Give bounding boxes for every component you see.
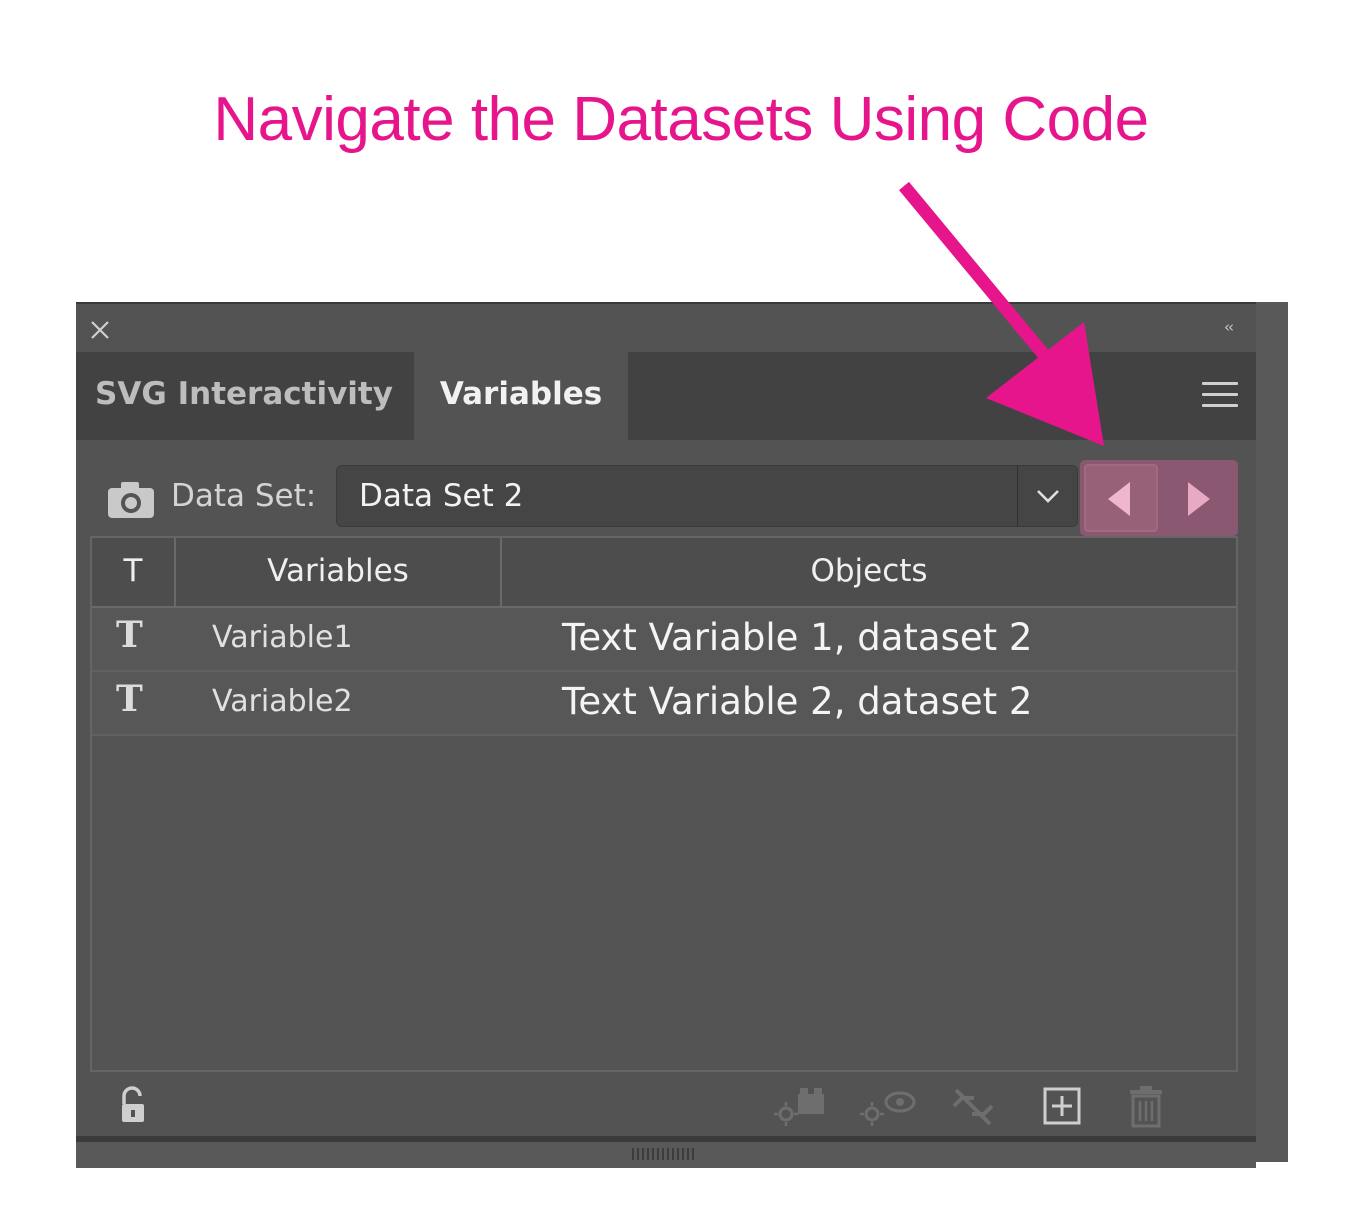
make-visibility-dynamic-icon[interactable]: [770, 1084, 830, 1128]
capture-dataset-icon[interactable]: [106, 480, 156, 520]
object-value: Text Variable 2, dataset 2: [562, 680, 1033, 723]
text-type-icon: T: [116, 614, 143, 656]
column-header-variables[interactable]: Variables: [176, 538, 502, 606]
column-header-objects[interactable]: Objects: [502, 538, 1236, 606]
table-row[interactable]: T Variable1 Text Variable 1, dataset 2: [92, 608, 1236, 672]
panel-body: ‹‹ SVG Interactivity Variables Data Set:…: [76, 302, 1256, 1144]
column-header-type[interactable]: T: [92, 538, 176, 606]
variables-panel: ‹‹ SVG Interactivity Variables Data Set:…: [76, 302, 1288, 1168]
next-dataset-button[interactable]: [1160, 464, 1234, 532]
variables-table: T Variables Objects T Variable1 Text Var…: [90, 536, 1238, 1072]
previous-dataset-button[interactable]: [1084, 464, 1158, 532]
table-row[interactable]: T Variable2 Text Variable 2, dataset 2: [92, 672, 1236, 736]
resize-grip-icon[interactable]: [632, 1148, 696, 1160]
panel-edge: [1256, 302, 1288, 1162]
dataset-label: Data Set:: [171, 478, 317, 514]
next-dataset-icon: [1188, 482, 1210, 516]
annotation-callout: Navigate the Datasets Using Code: [213, 85, 1149, 154]
panel-menu-icon[interactable]: [1202, 382, 1238, 410]
collapse-icon[interactable]: ‹‹: [1224, 318, 1234, 336]
variable-name: Variable2: [212, 684, 353, 719]
dropdown-divider: [1017, 466, 1018, 526]
chevron-down-icon: [1037, 490, 1059, 503]
dataset-dropdown[interactable]: Data Set 2: [336, 465, 1078, 527]
table-header: T Variables Objects: [92, 538, 1236, 608]
dataset-navigation: [1080, 460, 1238, 536]
panel-resize-bar[interactable]: [76, 1136, 1256, 1168]
unbind-variable-icon[interactable]: [948, 1084, 998, 1128]
text-type-icon: T: [116, 678, 143, 720]
unlock-icon[interactable]: [116, 1084, 150, 1128]
object-value: Text Variable 1, dataset 2: [562, 616, 1033, 659]
close-icon[interactable]: [88, 318, 112, 342]
delete-variable-icon[interactable]: [1126, 1084, 1166, 1128]
tab-variables[interactable]: Variables: [414, 352, 628, 442]
new-variable-icon[interactable]: [1042, 1084, 1082, 1128]
previous-dataset-icon: [1108, 482, 1130, 516]
make-text-dynamic-icon[interactable]: [856, 1084, 918, 1128]
dataset-selected-value: Data Set 2: [359, 478, 524, 514]
tab-svg-interactivity[interactable]: SVG Interactivity: [76, 352, 412, 440]
variable-name: Variable1: [212, 620, 353, 655]
tab-bar: SVG Interactivity Variables: [76, 352, 1256, 442]
